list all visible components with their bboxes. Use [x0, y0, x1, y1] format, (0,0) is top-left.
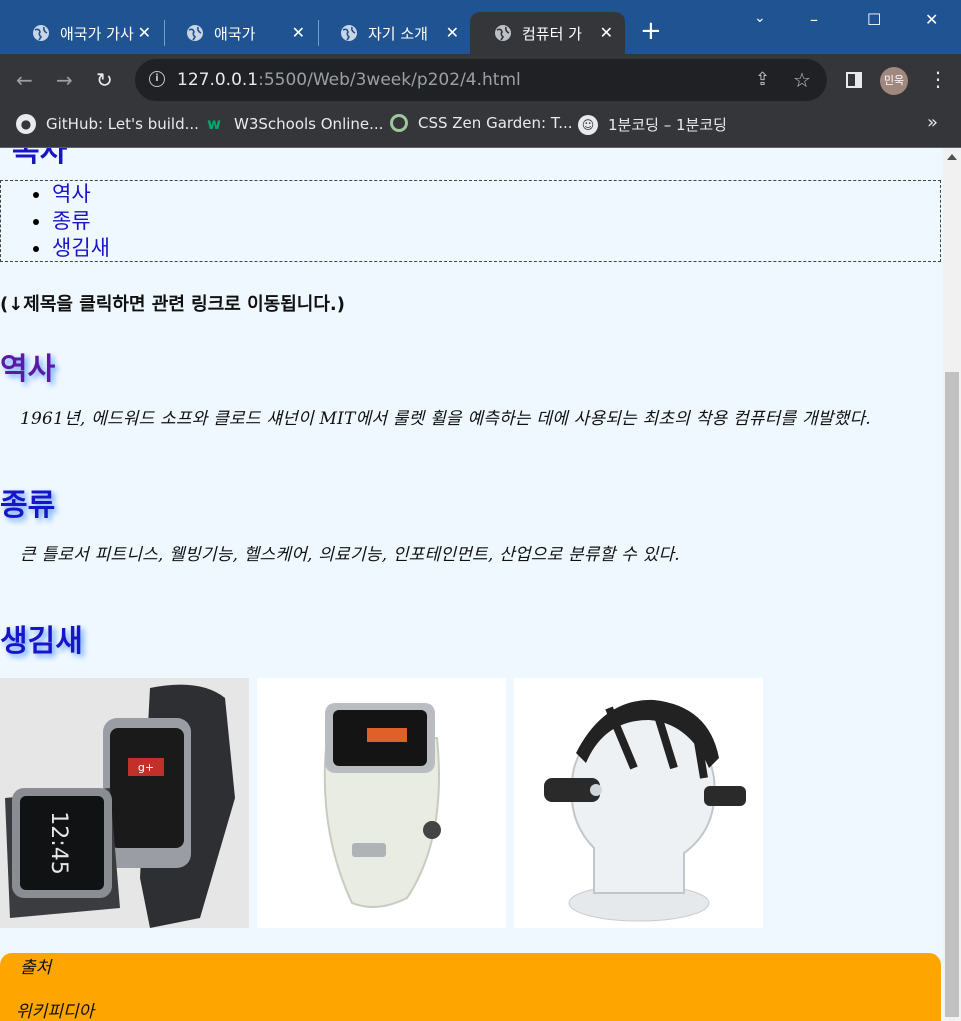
bookmark-label: CSS Zen Garden: T...: [418, 114, 573, 132]
menu-kebab-icon[interactable]: ⋮: [928, 67, 948, 91]
close-tab-icon[interactable]: ✕: [600, 23, 613, 42]
bookmark-1mincoding[interactable]: ☺ 1분코딩 – 1분코딩: [578, 114, 727, 135]
share-icon[interactable]: ⇪: [755, 69, 770, 90]
click-hint-text: (↓제목을 클릭하면 관련 링크로 이동됩니다.): [0, 294, 345, 315]
vertical-scrollbar[interactable]: [943, 148, 961, 1021]
globe-icon: [341, 25, 357, 41]
head-camera-image: [514, 678, 763, 928]
toc-link-types[interactable]: 종류: [52, 209, 91, 233]
galaxy-gear-image: [257, 678, 506, 928]
toc-item: 역사: [52, 181, 940, 208]
tab-bar: 애국가 가사 ✕ 애국가 ✕ 자기 소개 ✕ 컴퓨터 가 ✕ + ⌄ – ☐ ✕: [0, 0, 961, 54]
watch-time-text: 12:45: [46, 811, 71, 874]
toc-link-history[interactable]: 역사: [52, 182, 91, 206]
scroll-up-arrow-icon[interactable]: [947, 154, 957, 160]
close-window-button[interactable]: ✕: [925, 10, 938, 29]
section-text-history: 1961년, 에드워드 소프와 클로드 섀넌이 MIT에서 룰렛 휠을 예측하는…: [20, 409, 871, 429]
bookmark-label: 1분코딩 – 1분코딩: [608, 116, 727, 134]
url-path: :5500/Web/3week/p202/4.html: [258, 70, 521, 90]
back-arrow-icon[interactable]: ←: [16, 68, 33, 92]
w3schools-icon: w: [207, 115, 221, 133]
1mincoding-icon: ☺: [578, 114, 598, 135]
minimize-button[interactable]: –: [810, 10, 818, 29]
image-gallery: g+ 12:45: [0, 678, 763, 928]
bookmark-zen-garden[interactable]: CSS Zen Garden: T...: [390, 114, 573, 132]
bookmarks-overflow-icon[interactable]: »: [927, 112, 938, 133]
tab-self-intro[interactable]: 자기 소개 ✕: [316, 12, 471, 54]
tab-label: 애국가: [214, 24, 256, 43]
bookmark-w3schools[interactable]: w W3Schools Online...: [204, 114, 383, 134]
table-of-contents: 역사 종류 생김새: [0, 180, 941, 262]
section-title-appearance[interactable]: 생김새: [0, 616, 83, 660]
forward-arrow-icon[interactable]: →: [56, 68, 73, 92]
toc-link-appearance[interactable]: 생김새: [52, 236, 110, 260]
page-heading-partial: 목차: [12, 148, 68, 169]
globe-icon: [33, 25, 49, 41]
toc-item: 생김새: [52, 235, 940, 262]
section-text-types: 큰 틀로서 피트니스, 웰빙기능, 헬스케어, 의료기능, 인포테인먼트, 산업…: [20, 545, 680, 565]
site-info-icon[interactable]: i: [149, 71, 165, 87]
smartwatch-photo: g+ 12:45: [0, 678, 249, 928]
bookmark-star-icon[interactable]: ☆: [793, 68, 811, 92]
url-host: 127.0.0.1: [177, 70, 259, 90]
svg-text:g+: g+: [138, 761, 154, 774]
maximize-button[interactable]: ☐: [867, 10, 881, 29]
reload-icon[interactable]: ↻: [96, 68, 113, 92]
tab-label: 애국가 가사: [60, 24, 134, 43]
side-panel-icon[interactable]: [846, 72, 862, 88]
bookmark-github[interactable]: ● GitHub: Let's build...: [16, 114, 199, 134]
tab-search-chevron-icon[interactable]: ⌄: [754, 10, 766, 26]
globe-icon: [495, 25, 511, 41]
bookmark-label: W3Schools Online...: [234, 115, 384, 133]
tab-anthem[interactable]: 애국가 ✕: [162, 12, 317, 54]
close-tab-icon[interactable]: ✕: [292, 23, 305, 42]
github-icon: ●: [16, 114, 36, 134]
bookmarks-bar: ● GitHub: Let's build... w W3Schools Onl…: [0, 108, 961, 148]
smartwatch-image: g+ 12:45: [0, 678, 249, 928]
bookmark-label: GitHub: Let's build...: [46, 115, 199, 133]
close-tab-icon[interactable]: ✕: [446, 23, 459, 42]
tab-label: 컴퓨터 가: [522, 24, 582, 43]
url-text[interactable]: 127.0.0.1:5500/Web/3week/p202/4.html: [177, 70, 521, 90]
page-viewport: 목차 역사 종류 생김새 (↓제목을 클릭하면 관련 링크로 이동됩니다.) 역…: [0, 148, 943, 1021]
galaxy-gear-photo: [257, 678, 506, 928]
toc-list: 역사 종류 생김새: [1, 181, 940, 262]
page-footer: 출처 위키피디아: [0, 953, 941, 1021]
tab-anthem-lyrics[interactable]: 애국가 가사 ✕: [8, 12, 163, 54]
tab-computer-active[interactable]: 컴퓨터 가 ✕: [470, 12, 625, 54]
globe-icon: [187, 25, 203, 41]
section-title-types[interactable]: 종류: [0, 480, 55, 524]
section-title-history[interactable]: 역사: [0, 344, 55, 388]
footer-source-wikipedia: 위키피디아: [16, 1002, 95, 1021]
close-tab-icon[interactable]: ✕: [138, 23, 151, 42]
head-mounted-camera-photo: [514, 678, 763, 928]
tab-label: 자기 소개: [368, 24, 428, 43]
address-bar[interactable]: i 127.0.0.1:5500/Web/3week/p202/4.html ⇪…: [135, 59, 827, 101]
footer-source-label: 출처: [20, 958, 52, 978]
profile-avatar[interactable]: 민욱: [880, 67, 908, 95]
scrollbar-thumb[interactable]: [945, 372, 959, 1017]
toc-item: 종류: [52, 208, 940, 235]
new-tab-button[interactable]: +: [640, 18, 662, 44]
zen-garden-icon: [390, 114, 408, 132]
